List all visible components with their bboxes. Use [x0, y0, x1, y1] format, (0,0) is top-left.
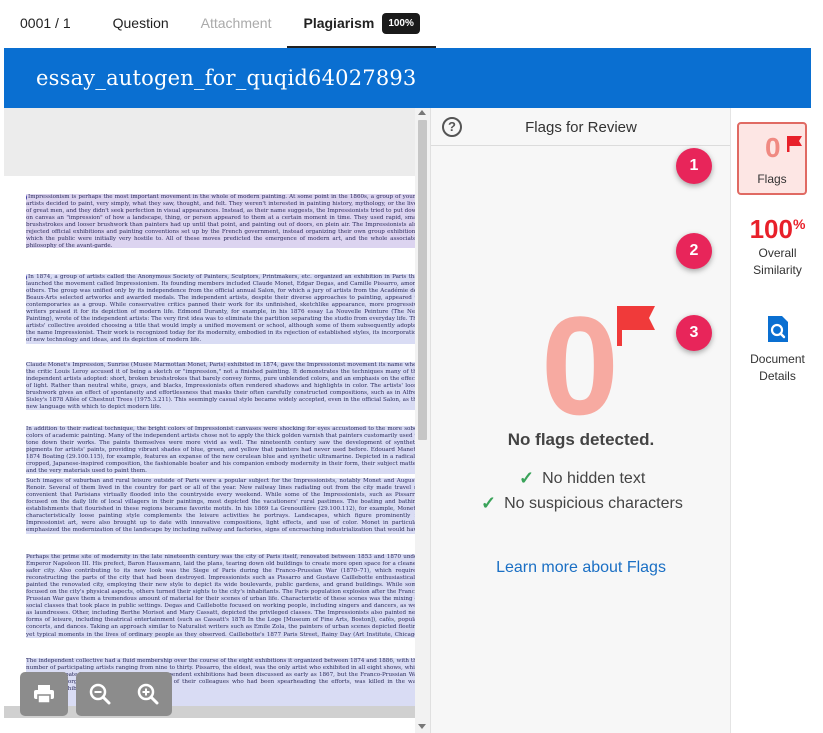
paragraph-text: Perhaps the prime site of modernity in t…: [26, 554, 420, 638]
tab-label: Attachment: [200, 15, 272, 31]
highlighted-paragraph[interactable]: In addition to their radical technique, …: [26, 426, 420, 474]
zoom-in-button[interactable]: [124, 672, 172, 716]
paragraph-text: Impressionism is perhaps the most import…: [26, 194, 420, 248]
tab-attachment[interactable]: Attachment: [185, 0, 288, 46]
document-details-line1: Document: [750, 352, 805, 366]
similarity-unit: %: [792, 216, 806, 232]
learn-more-link[interactable]: Learn more about Flags: [431, 559, 731, 577]
top-tab-bar: 0001 / 1 Question Attachment Plagiarism …: [0, 0, 823, 48]
summary-rail: 0 Flags 100% Overall Similarity Document…: [730, 108, 823, 733]
check-hidden-text: ✓ No hidden text: [519, 468, 645, 489]
flags-count: 0: [765, 132, 781, 163]
check-label: No hidden text: [542, 469, 646, 487]
scroll-down-icon[interactable]: [418, 724, 426, 729]
flags-for-review-panel: ? Flags for Review 0 No flags detected. …: [430, 108, 731, 733]
document-title: essay_autogen_for_quqid64027893: [36, 66, 417, 90]
flags-label: Flags: [757, 172, 787, 186]
zoom-controls: [76, 672, 172, 716]
flags-count-large: 0: [541, 287, 619, 444]
document-details-line2: Details: [759, 369, 796, 383]
flags-panel-header: ? Flags for Review: [431, 108, 731, 146]
similarity-badge: 100%: [382, 12, 420, 34]
flags-summary-button[interactable]: 0 Flags: [737, 122, 807, 195]
paragraph-text: In 1874, a group of artists called the A…: [26, 274, 420, 344]
vertical-scrollbar[interactable]: [415, 108, 430, 733]
source-marker[interactable]: 1: [26, 274, 27, 281]
check-label: No suspicious characters: [504, 494, 683, 512]
zoom-out-button[interactable]: [76, 672, 124, 716]
similarity-label-line2: Similarity: [753, 263, 802, 277]
checkmark-icon: ✓: [519, 468, 535, 488]
scrollbar-thumb[interactable]: [418, 120, 427, 440]
paragraph-text: In addition to their radical technique, …: [26, 426, 420, 474]
tab-label: Plagiarism: [303, 15, 375, 31]
similarity-number: 100: [749, 214, 793, 244]
plagiarism-review-screen: 0001 / 1 Question Attachment Plagiarism …: [0, 0, 823, 733]
tab-submission-index[interactable]: 0001 / 1: [0, 0, 97, 46]
highlighted-paragraph[interactable]: Such images of suburban and rural leisur…: [26, 478, 420, 534]
paragraph-text: Claude Monet's Impression, Sunrise (Musé…: [26, 362, 420, 410]
checkmark-icon: ✓: [481, 493, 497, 513]
document-title-bar: essay_autogen_for_quqid64027893: [4, 48, 811, 108]
similarity-label-line1: Overall: [758, 246, 797, 260]
print-button[interactable]: [20, 672, 68, 716]
flag-icon: [617, 306, 655, 346]
document-details-button[interactable]: Document Details: [731, 316, 823, 385]
callout-marker-3: 3: [676, 315, 712, 351]
document-search-icon: [767, 316, 788, 342]
highlighted-paragraph[interactable]: 1In 1874, a group of artists called the …: [26, 274, 420, 344]
scroll-up-icon[interactable]: [418, 110, 426, 115]
highlighted-paragraph[interactable]: 2Impressionism is perhaps the most impor…: [26, 194, 420, 248]
similarity-value: 100%: [731, 214, 823, 245]
print-icon: [34, 685, 54, 704]
callout-marker-1: 1: [676, 148, 712, 184]
no-flags-message: No flags detected.: [507, 430, 655, 449]
tab-label: Question: [112, 15, 169, 31]
page-top-gap: [4, 108, 415, 176]
flags-panel-title: Flags for Review: [525, 119, 637, 136]
document-page: 2Impressionism is perhaps the most impor…: [4, 108, 420, 733]
paragraph-text: Such images of suburban and rural leisur…: [26, 478, 420, 534]
zoom-out-icon: [89, 683, 111, 705]
callout-marker-2: 2: [676, 233, 712, 269]
source-marker[interactable]: 2: [26, 194, 27, 201]
flag-icon: [787, 136, 802, 152]
highlighted-paragraph[interactable]: Claude Monet's Impression, Sunrise (Musé…: [26, 362, 420, 410]
tab-label: 0001 / 1: [20, 15, 71, 31]
document-viewer[interactable]: 2Impressionism is perhaps the most impor…: [4, 108, 430, 733]
highlighted-paragraph[interactable]: Perhaps the prime site of modernity in t…: [26, 554, 420, 638]
overall-similarity-button[interactable]: 100% Overall Similarity: [731, 214, 823, 279]
viewer-toolbar: [20, 672, 172, 716]
check-suspicious-characters: ✓ No suspicious characters: [481, 493, 683, 514]
zoom-in-icon: [137, 683, 159, 705]
tab-plagiarism[interactable]: Plagiarism 100%: [287, 0, 436, 48]
tab-question[interactable]: Question: [97, 0, 185, 46]
